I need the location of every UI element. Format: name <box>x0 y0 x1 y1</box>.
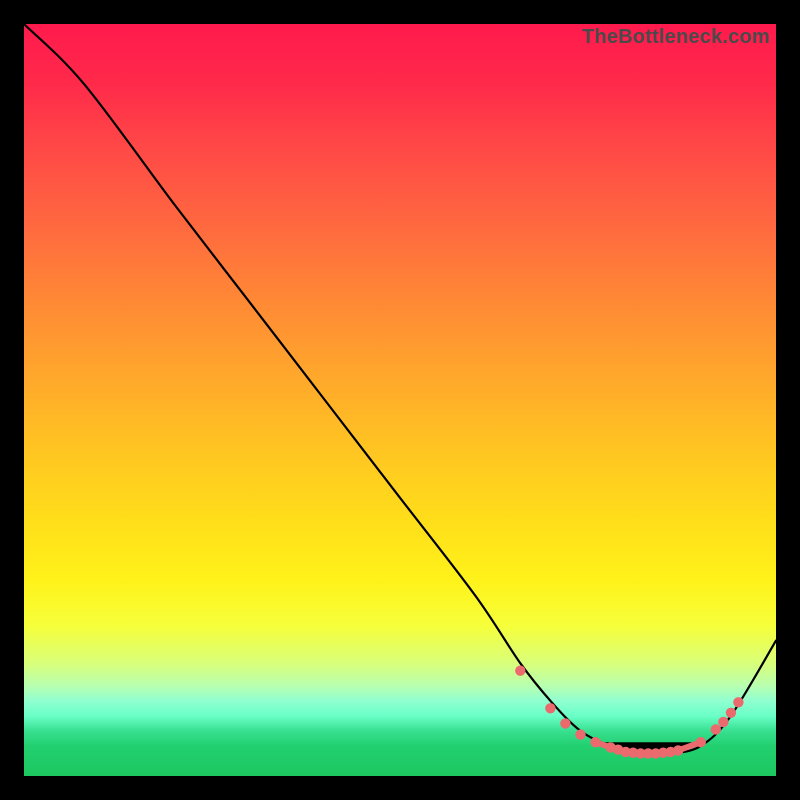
highlight-point <box>696 737 706 747</box>
plot-area: TheBottleneck.com <box>24 24 776 776</box>
highlight-point <box>718 717 728 727</box>
highlight-point <box>726 708 736 718</box>
highlight-point <box>575 729 585 739</box>
highlight-point <box>515 666 525 676</box>
highlight-point <box>673 745 683 755</box>
highlight-point <box>711 724 721 734</box>
highlight-point <box>733 697 743 707</box>
highlight-point <box>545 703 555 713</box>
curve-layer <box>24 24 776 776</box>
highlight-point <box>590 737 600 747</box>
highlight-point <box>560 718 570 728</box>
chart-stage: TheBottleneck.com <box>0 0 800 800</box>
bottleneck-curve <box>24 24 776 754</box>
